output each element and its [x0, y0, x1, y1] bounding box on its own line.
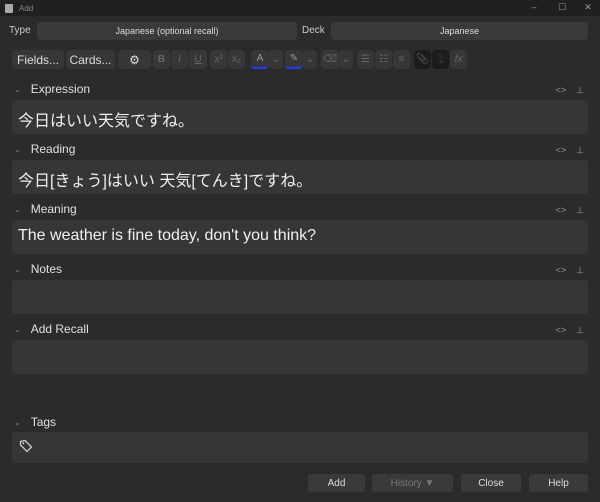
fields-button[interactable]: Fields...: [12, 50, 64, 69]
cards-button[interactable]: Cards...: [66, 50, 115, 69]
italic-button[interactable]: I: [171, 50, 188, 69]
text-color-button[interactable]: A: [251, 50, 269, 69]
expression-field[interactable]: 今日はいい天気ですね。: [12, 100, 588, 134]
pin-icon[interactable]: ⊥: [576, 205, 584, 216]
html-editor-icon[interactable]: <>: [556, 85, 567, 96]
field-label-reading[interactable]: ⌄ Reading: [14, 142, 75, 156]
paperclip-icon[interactable]: 📎: [414, 50, 431, 69]
html-editor-icon[interactable]: <>: [556, 145, 567, 156]
deck-selector[interactable]: Japanese: [331, 22, 588, 40]
tag-icon: [19, 439, 33, 453]
field-label-meaning[interactable]: ⌄ Meaning: [14, 202, 77, 216]
gear-icon[interactable]: ⚙: [118, 50, 151, 69]
minimize-button[interactable]: –: [524, 2, 544, 12]
html-editor-icon[interactable]: <>: [556, 205, 567, 216]
history-button[interactable]: History ▼: [372, 474, 453, 492]
type-label: Type: [9, 25, 31, 36]
html-editor-icon[interactable]: <>: [556, 265, 567, 276]
text-color-dropdown[interactable]: ⌄: [269, 50, 283, 69]
pin-icon[interactable]: ⊥: [576, 85, 584, 96]
maximize-button[interactable]: ☐: [552, 2, 572, 13]
deck-label: Deck: [302, 25, 325, 36]
title-bar: Add – ☐ ✕: [0, 0, 600, 16]
html-editor-icon[interactable]: <>: [556, 325, 567, 336]
app-icon: [5, 3, 13, 13]
chevron-down-icon[interactable]: ⌄: [14, 85, 21, 94]
eraser-icon[interactable]: ⌫: [321, 50, 339, 69]
pin-icon[interactable]: ⊥: [576, 265, 584, 276]
bullet-list-icon[interactable]: ☰: [357, 50, 374, 69]
eraser-dropdown[interactable]: ⌄: [339, 50, 353, 69]
help-button[interactable]: Help: [529, 474, 588, 492]
close-window-button[interactable]: ✕: [578, 2, 598, 13]
highlight-dropdown[interactable]: ⌄: [303, 50, 317, 69]
field-label-add-recall[interactable]: ⌄ Add Recall: [14, 322, 89, 336]
microphone-icon[interactable]: 🎙: [432, 50, 449, 69]
notes-field[interactable]: [12, 280, 588, 314]
underline-button[interactable]: U: [189, 50, 207, 69]
chevron-down-icon[interactable]: ⌄: [14, 325, 21, 334]
reading-field[interactable]: 今日[きょう]はいい 天気[てんき]ですね。: [12, 160, 588, 194]
pin-icon[interactable]: ⊥: [576, 145, 584, 156]
tags-label[interactable]: ⌄ Tags: [14, 415, 56, 429]
numbered-list-icon[interactable]: ☷: [375, 50, 392, 69]
tags-input[interactable]: [12, 432, 588, 463]
add-recall-field[interactable]: [12, 340, 588, 374]
subscript-button[interactable]: x₂: [228, 50, 245, 69]
chevron-down-icon[interactable]: ⌄: [14, 418, 21, 427]
add-button[interactable]: Add: [308, 474, 365, 492]
window-title: Add: [19, 3, 34, 13]
meaning-field[interactable]: The weather is fine today, don't you thi…: [12, 220, 588, 254]
pin-icon[interactable]: ⊥: [576, 325, 584, 336]
chevron-down-icon[interactable]: ⌄: [14, 205, 21, 214]
align-icon[interactable]: ≡: [393, 50, 410, 69]
superscript-button[interactable]: x²: [210, 50, 227, 69]
bold-button[interactable]: B: [153, 50, 170, 69]
math-icon[interactable]: fx: [450, 50, 467, 69]
chevron-down-icon[interactable]: ⌄: [14, 265, 21, 274]
note-type-selector[interactable]: Japanese (optional recall): [37, 22, 297, 40]
field-label-expression[interactable]: ⌄ Expression: [14, 82, 90, 96]
highlight-button[interactable]: ✎: [285, 50, 303, 69]
field-label-notes[interactable]: ⌄ Notes: [14, 262, 62, 276]
chevron-down-icon[interactable]: ⌄: [14, 145, 21, 154]
close-button[interactable]: Close: [461, 474, 521, 492]
